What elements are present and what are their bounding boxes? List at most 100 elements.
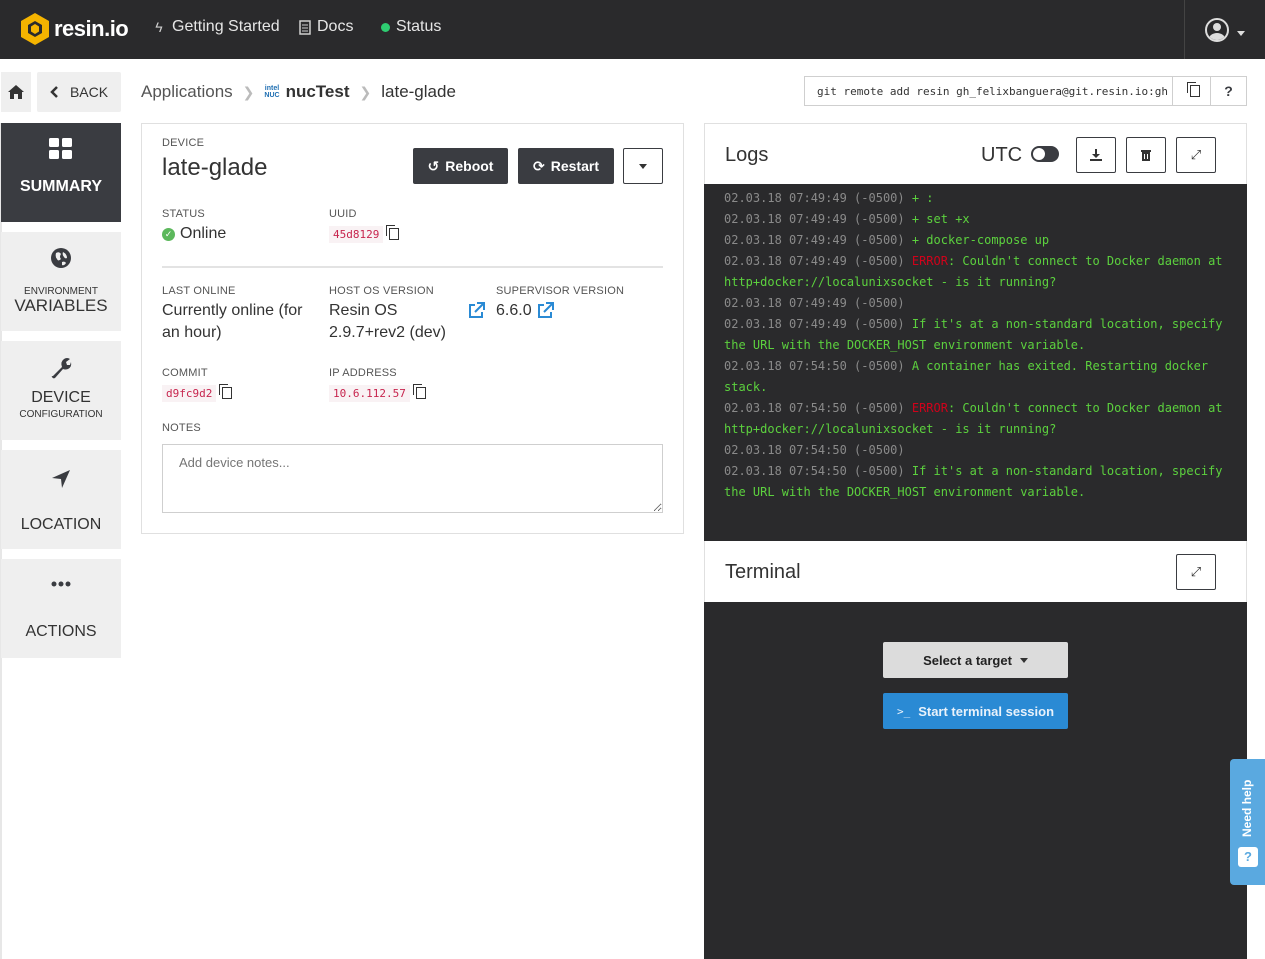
log-line: 02.03.18 07:49:49 (-0500) + :	[724, 188, 1227, 209]
expand-logs-button[interactable]: ⤢	[1176, 137, 1216, 173]
nav-status-label: Status	[396, 18, 442, 35]
log-line: 02.03.18 07:49:49 (-0500) If it's at a n…	[724, 314, 1227, 356]
log-error-tag: ERROR	[911, 254, 948, 268]
last-online-value: Currently online (for an hour)	[162, 302, 303, 341]
resin-logo[interactable]: resin.io	[20, 12, 129, 46]
copy-icon[interactable]	[412, 383, 426, 399]
sidebar-item-environment-variables[interactable]: ENVIRONMENT VARIABLES	[1, 232, 121, 331]
log-timestamp: 02.03.18 07:54:50 (-0500)	[724, 464, 905, 478]
utc-toggle[interactable]	[1031, 146, 1059, 162]
check-circle-icon: ✓	[162, 228, 175, 241]
nav-getting-started[interactable]: ϟ Getting Started	[152, 18, 280, 36]
reboot-label: Reboot	[445, 158, 494, 174]
expand-terminal-button[interactable]: ⤢	[1176, 554, 1216, 590]
chevron-left-icon	[50, 86, 58, 98]
home-icon	[8, 85, 24, 99]
log-timestamp: 02.03.18 07:54:50 (-0500)	[724, 401, 905, 415]
brand-name: resin.io	[54, 16, 129, 41]
commit-value-wrap: d9fc9d2	[162, 383, 233, 402]
commit-value: d9fc9d2	[162, 385, 217, 402]
download-logs-button[interactable]	[1076, 137, 1116, 173]
log-line: 02.03.18 07:54:50 (-0500) A container ha…	[724, 356, 1227, 398]
logs-title: Logs	[725, 144, 769, 166]
device-notes-input[interactable]	[162, 444, 663, 513]
home-button[interactable]	[1, 72, 31, 112]
intel-nuc-badge-bottom: NUC	[264, 92, 280, 99]
sidebar-item-device-configuration[interactable]: DEVICE CONFIGURATION	[1, 341, 121, 440]
log-timestamp: 02.03.18 07:54:50 (-0500)	[724, 359, 905, 373]
chevron-down-icon	[1237, 31, 1245, 36]
uuid-value-wrap: 45d8129	[329, 224, 400, 243]
log-line: 02.03.18 07:49:49 (-0500) + docker-compo…	[724, 230, 1227, 251]
sidebar-item-label: VARIABLES	[14, 296, 108, 315]
sidebar-item-small-label: CONFIGURATION	[19, 409, 103, 420]
start-terminal-session-button[interactable]: >_ Start terminal session	[883, 693, 1068, 729]
log-line: 02.03.18 07:54:50 (-0500) ERROR: Couldn'…	[724, 398, 1227, 440]
copy-icon[interactable]	[219, 383, 233, 399]
status-value: Online	[180, 225, 227, 242]
terminal-prompt-icon: >_	[896, 704, 911, 718]
document-icon	[299, 19, 311, 35]
logs-output[interactable]: 02.03.18 07:49:49 (-0500) + :02.03.18 07…	[704, 184, 1247, 541]
more-actions-dropdown[interactable]	[623, 148, 663, 184]
log-message: + :	[904, 191, 934, 205]
expand-icon: ⤢	[1190, 564, 1202, 579]
sidebar-item-actions[interactable]: ACTIONS	[1, 559, 121, 658]
log-line: 02.03.18 07:54:50 (-0500)	[724, 440, 1227, 461]
log-line: 02.03.18 07:49:49 (-0500) ERROR: Couldn'…	[724, 251, 1227, 293]
logs-header: Logs UTC ⤢	[704, 123, 1247, 185]
clear-logs-button[interactable]	[1126, 137, 1166, 173]
host-os-value-2: 2.9.7+rev2 (dev)	[329, 324, 446, 341]
sidebar-item-summary[interactable]: SUMMARY	[1, 123, 121, 222]
select-target-dropdown[interactable]: Select a target	[883, 642, 1068, 678]
globe-icon	[51, 248, 71, 268]
commit-label: COMMIT	[162, 367, 208, 379]
nav-getting-started-label: Getting Started	[172, 18, 280, 35]
breadcrumb-applications[interactable]: Applications	[141, 82, 233, 102]
reboot-button[interactable]: ↺ Reboot	[413, 148, 508, 184]
ip-value-wrap: 10.6.112.57	[329, 383, 426, 402]
divider	[162, 266, 663, 268]
start-session-label: Start terminal session	[918, 703, 1055, 719]
wrench-icon	[51, 358, 72, 379]
sidebar-item-label: LOCATION	[20, 516, 102, 533]
chevron-right-icon: ❯	[359, 83, 372, 100]
device-summary-panel: DEVICE late-glade ↺ Reboot ⟳ Restart STA…	[141, 123, 684, 534]
status-label: STATUS	[162, 208, 205, 220]
restart-button[interactable]: ⟳ Restart	[518, 148, 614, 184]
user-menu[interactable]	[1184, 0, 1265, 59]
last-online-label: LAST ONLINE	[162, 285, 236, 297]
need-help-widget[interactable]: Need help ?	[1230, 759, 1265, 885]
back-button[interactable]: BACK	[37, 72, 121, 112]
intel-nuc-badge-top: intel	[264, 85, 280, 92]
git-remote-field[interactable]: git remote add resin gh_felixbanguera@gi…	[804, 76, 1173, 106]
breadcrumb-device: late-glade	[381, 82, 456, 101]
nav-docs[interactable]: Docs	[299, 18, 353, 36]
log-message: + set +x	[904, 212, 970, 226]
external-link-icon[interactable]	[468, 302, 485, 319]
external-link-icon[interactable]	[537, 302, 554, 319]
uuid-label: UUID	[329, 208, 357, 220]
device-name: late-glade	[162, 154, 268, 181]
notes-label: NOTES	[162, 422, 201, 434]
breadcrumb: Applications ❯ intel NUC nucTest ❯ late-…	[141, 81, 456, 103]
terminal-body: Select a target >_ Start terminal sessio…	[704, 602, 1247, 959]
trash-icon	[1141, 150, 1151, 161]
back-label: BACK	[69, 84, 109, 100]
nav-status[interactable]: Status	[381, 18, 441, 36]
user-avatar-icon	[1205, 17, 1229, 42]
log-timestamp: 02.03.18 07:49:49 (-0500)	[724, 212, 905, 226]
bolt-icon: ϟ	[155, 19, 163, 35]
copy-icon[interactable]	[386, 224, 400, 240]
host-os-label: HOST OS VERSION	[329, 285, 434, 297]
copy-git-button[interactable]	[1172, 76, 1211, 106]
breadcrumb-app[interactable]: nucTest	[286, 82, 350, 102]
ellipsis-icon	[51, 581, 71, 587]
log-message: + docker-compose up	[904, 233, 1050, 247]
expand-icon: ⤢	[1190, 147, 1202, 162]
location-arrow-icon	[52, 470, 70, 488]
uuid-value: 45d8129	[329, 226, 384, 243]
sidebar-item-location[interactable]: LOCATION	[1, 450, 121, 549]
git-help-button[interactable]: ?	[1210, 76, 1247, 106]
device-section-label: DEVICE	[162, 137, 205, 149]
